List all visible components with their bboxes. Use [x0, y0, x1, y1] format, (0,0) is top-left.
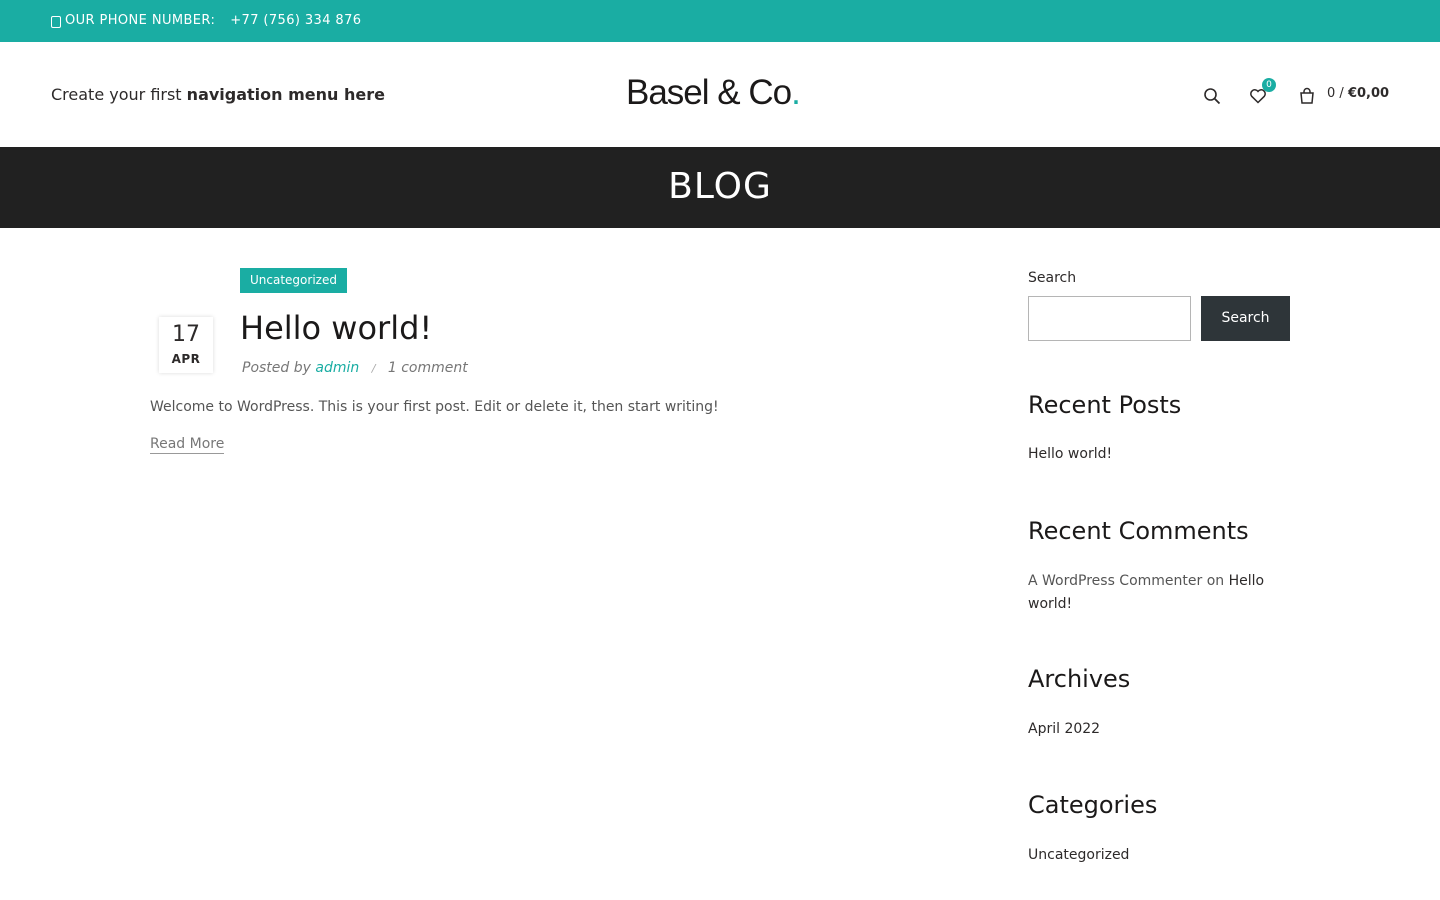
- cart-icon[interactable]: [1298, 87, 1316, 105]
- read-more-link[interactable]: Read More: [150, 436, 225, 454]
- navigation-placeholder[interactable]: Create your first navigation menu here: [51, 85, 385, 104]
- phone-info: OUR PHONE NUMBER: +77 (756) 334 876: [51, 13, 361, 28]
- category-link[interactable]: Uncategorized: [1028, 847, 1129, 863]
- logo-text: Basel & Co: [626, 73, 792, 112]
- nav-note-prefix: Create your first: [51, 85, 187, 104]
- post-meta: Posted by admin / 1 comment: [242, 360, 468, 376]
- site-logo[interactable]: Basel & Co.: [626, 73, 801, 112]
- post-excerpt: Welcome to WordPress. This is your first…: [150, 399, 719, 415]
- cart-separator: /: [1335, 86, 1348, 101]
- phone-label: OUR PHONE NUMBER:: [65, 13, 216, 28]
- post-date-month: APR: [171, 352, 201, 366]
- wishlist-count-badge: 0: [1262, 78, 1276, 92]
- category-badge[interactable]: Uncategorized: [240, 268, 347, 293]
- sidebar-search-label: Search: [1028, 270, 1077, 286]
- cart-total[interactable]: 0 / €0,00: [1327, 86, 1389, 101]
- posted-by-label: Posted by: [242, 360, 311, 376]
- recent-post-link[interactable]: Hello world!: [1028, 446, 1112, 462]
- search-icon[interactable]: [1203, 87, 1221, 105]
- post-title[interactable]: Hello world!: [240, 309, 432, 347]
- sidebar-search-input[interactable]: [1028, 296, 1191, 341]
- logo-dot: .: [791, 73, 801, 112]
- post-date: 17 APR: [159, 317, 213, 373]
- recent-posts-heading: Recent Posts: [1028, 391, 1182, 419]
- post-date-day: 17: [172, 322, 200, 347]
- post-comments-link[interactable]: 1 comment: [388, 360, 468, 376]
- categories-heading: Categories: [1028, 791, 1158, 819]
- meta-separator: /: [371, 362, 376, 375]
- comment-on-text: on: [1202, 573, 1229, 589]
- phone-number[interactable]: +77 (756) 334 876: [230, 13, 361, 28]
- archives-heading: Archives: [1028, 665, 1131, 693]
- post-author-link[interactable]: admin: [315, 360, 359, 376]
- top-bar: OUR PHONE NUMBER: +77 (756) 334 876: [0, 0, 1440, 42]
- phone-icon: [51, 15, 61, 28]
- page-title-banner: BLOG: [0, 147, 1440, 228]
- comment-author-link[interactable]: A WordPress Commenter: [1028, 573, 1202, 589]
- nav-note-link[interactable]: navigation menu here: [187, 85, 385, 104]
- archive-link[interactable]: April 2022: [1028, 721, 1100, 737]
- site-header: Create your first navigation menu here B…: [0, 42, 1440, 147]
- recent-comment-item: A WordPress Commenter on Hello world!: [1028, 570, 1290, 616]
- cart-amount: €0,00: [1347, 86, 1390, 101]
- recent-comments-heading: Recent Comments: [1028, 517, 1249, 545]
- sidebar-search-button[interactable]: Search: [1201, 296, 1290, 341]
- page-title: BLOG: [668, 166, 772, 207]
